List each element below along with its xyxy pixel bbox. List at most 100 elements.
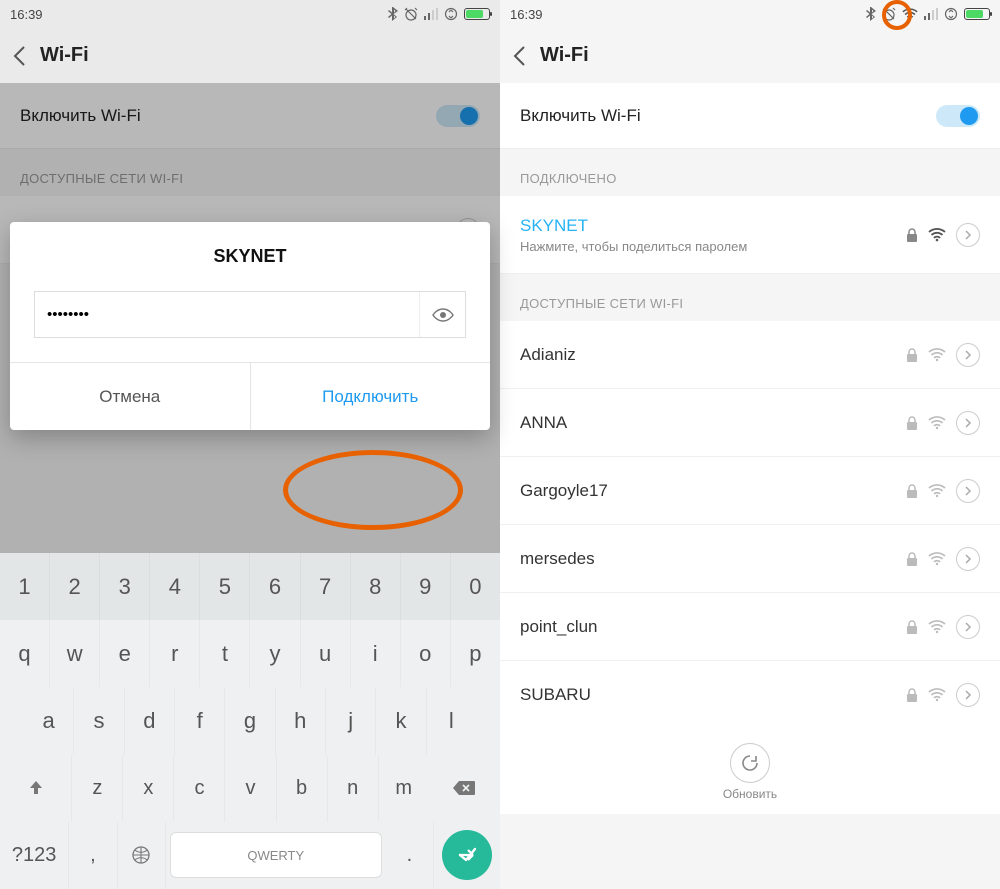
- key-r[interactable]: r: [150, 620, 200, 687]
- keyboard-row-2: qwertyuiop: [0, 620, 500, 687]
- key-c[interactable]: c: [174, 755, 225, 822]
- keyboard[interactable]: 1234567890 qwertyuiop asdfghjkl zxcvbnm …: [0, 553, 500, 889]
- wifi-icon: [928, 416, 946, 430]
- battery-icon: [464, 8, 490, 20]
- lock-icon: [906, 552, 918, 566]
- toggle-password-icon[interactable]: [419, 292, 465, 337]
- key-x[interactable]: x: [123, 755, 174, 822]
- key-f[interactable]: f: [175, 687, 225, 754]
- network-row[interactable]: ANNA: [500, 389, 1000, 457]
- key-a[interactable]: a: [24, 687, 74, 754]
- wifi-toggle[interactable]: [436, 105, 480, 127]
- key-0[interactable]: 0: [451, 553, 500, 620]
- keyboard-row-5: ?123 , QWERTY .: [0, 822, 500, 889]
- key-g[interactable]: g: [225, 687, 275, 754]
- wifi-toggle-label: Включить Wi-Fi: [20, 106, 436, 126]
- alarm-off-icon: [882, 7, 896, 21]
- details-icon[interactable]: [956, 547, 980, 571]
- wifi-toggle-row[interactable]: Включить Wi-Fi: [500, 83, 1000, 149]
- section-available: ДОСТУПНЫЕ СЕТИ WI-FI: [500, 274, 1000, 321]
- connected-network-hint: Нажмите, чтобы поделиться паролем: [520, 239, 906, 254]
- shift-key[interactable]: [0, 755, 72, 822]
- enter-key[interactable]: [442, 830, 492, 880]
- keyboard-number-row: 1234567890: [0, 553, 500, 620]
- key-j[interactable]: j: [326, 687, 376, 754]
- back-icon[interactable]: [12, 45, 26, 67]
- refresh-button[interactable]: [730, 743, 770, 783]
- key-b[interactable]: b: [277, 755, 328, 822]
- details-icon[interactable]: [956, 615, 980, 639]
- network-row[interactable]: point_clun: [500, 593, 1000, 661]
- key-d[interactable]: d: [125, 687, 175, 754]
- back-icon[interactable]: [512, 45, 526, 67]
- page-title: Wi-Fi: [40, 44, 89, 67]
- key-q[interactable]: q: [0, 620, 50, 687]
- signal-icon: [424, 8, 438, 20]
- lock-icon: [906, 348, 918, 362]
- backspace-key[interactable]: [429, 755, 500, 822]
- details-icon[interactable]: [956, 343, 980, 367]
- connect-button[interactable]: Подключить: [251, 363, 491, 430]
- key-w[interactable]: w: [50, 620, 100, 687]
- key-e[interactable]: e: [100, 620, 150, 687]
- network-row[interactable]: Adianiz: [500, 321, 1000, 389]
- key-5[interactable]: 5: [200, 553, 250, 620]
- alarm-off-icon: [404, 7, 418, 21]
- key-1[interactable]: 1: [0, 553, 50, 620]
- space-key[interactable]: QWERTY: [170, 832, 382, 878]
- dialog-title: SKYNET: [10, 222, 490, 291]
- network-name: ANNA: [520, 413, 906, 433]
- key-t[interactable]: t: [200, 620, 250, 687]
- key-u[interactable]: u: [301, 620, 351, 687]
- wifi-icon: [928, 228, 946, 242]
- sync-icon: [944, 7, 958, 21]
- key-8[interactable]: 8: [351, 553, 401, 620]
- network-row[interactable]: Gargoyle17: [500, 457, 1000, 525]
- key-7[interactable]: 7: [301, 553, 351, 620]
- key-v[interactable]: v: [225, 755, 276, 822]
- wifi-toggle[interactable]: [936, 105, 980, 127]
- key-k[interactable]: k: [376, 687, 426, 754]
- details-icon[interactable]: [956, 479, 980, 503]
- signal-icon: [924, 8, 938, 20]
- comma-key[interactable]: ,: [69, 822, 117, 889]
- network-row[interactable]: SUBARU: [500, 661, 1000, 729]
- key-6[interactable]: 6: [250, 553, 300, 620]
- wifi-icon: [928, 348, 946, 362]
- dot-key[interactable]: .: [386, 822, 434, 889]
- key-i[interactable]: i: [351, 620, 401, 687]
- network-row[interactable]: mersedes: [500, 525, 1000, 593]
- key-z[interactable]: z: [72, 755, 123, 822]
- wifi-toggle-row[interactable]: Включить Wi-Fi: [0, 83, 500, 149]
- key-p[interactable]: p: [451, 620, 500, 687]
- key-9[interactable]: 9: [401, 553, 451, 620]
- details-icon[interactable]: [956, 411, 980, 435]
- wifi-status-icon: [902, 8, 918, 21]
- refresh-area: Обновить: [500, 729, 1000, 814]
- key-y[interactable]: y: [250, 620, 300, 687]
- refresh-label: Обновить: [723, 787, 777, 801]
- key-4[interactable]: 4: [150, 553, 200, 620]
- key-o[interactable]: o: [401, 620, 451, 687]
- key-l[interactable]: l: [427, 687, 476, 754]
- connected-network-row[interactable]: SKYNET Нажмите, чтобы поделиться паролем: [500, 196, 1000, 274]
- key-2[interactable]: 2: [50, 553, 100, 620]
- key-h[interactable]: h: [276, 687, 326, 754]
- section-available: ДОСТУПНЫЕ СЕТИ WI-FI: [0, 149, 500, 196]
- key-m[interactable]: m: [379, 755, 429, 822]
- globe-key[interactable]: [118, 822, 166, 889]
- details-icon[interactable]: [956, 223, 980, 247]
- annotation-circle: [283, 450, 463, 530]
- key-n[interactable]: n: [328, 755, 379, 822]
- symbols-key[interactable]: ?123: [0, 822, 69, 889]
- page-title: Wi-Fi: [540, 44, 589, 67]
- cancel-button[interactable]: Отмена: [10, 363, 251, 430]
- network-name: SUBARU: [520, 685, 906, 705]
- key-s[interactable]: s: [74, 687, 124, 754]
- key-3[interactable]: 3: [100, 553, 150, 620]
- sync-icon: [444, 7, 458, 21]
- details-icon[interactable]: [956, 683, 980, 707]
- password-input[interactable]: [35, 292, 419, 337]
- network-name: mersedes: [520, 549, 906, 569]
- status-bar: 16:39: [0, 0, 500, 28]
